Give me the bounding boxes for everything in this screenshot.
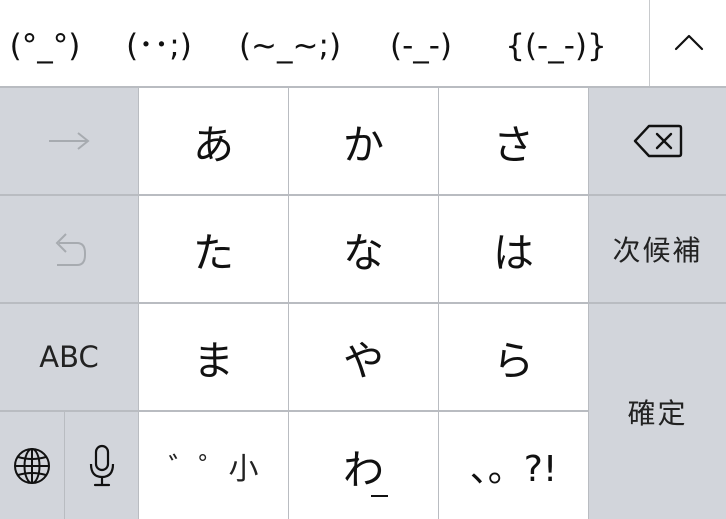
chevron-up-icon [674,34,704,51]
key-a[interactable]: あ [139,88,288,194]
abc-key[interactable]: ABC [0,304,138,410]
candidate-item[interactable]: (~_~;) [236,0,344,86]
expand-candidates-button[interactable] [649,0,726,86]
dictation-key[interactable] [65,412,138,519]
long-vowel-mark [371,495,388,497]
key-ma[interactable]: ま [139,304,288,410]
key-a-label: あ [193,121,234,169]
next-candidate-key[interactable]: 次候補 [589,196,726,302]
candidate-item[interactable]: (-_-) [380,0,462,86]
candidate-item[interactable]: {(-_-)} [498,0,614,86]
key-ma-label: ま [193,337,234,385]
key-na[interactable]: な [289,196,438,302]
candidate-item[interactable]: (･･;) [118,0,200,86]
confirm-key[interactable]: 確定 [589,304,726,519]
backspace-icon [633,124,682,158]
key-na-label: な [343,229,384,277]
microphone-icon [89,444,114,486]
punctuation-key[interactable]: 、。?! [439,412,588,519]
key-ka-label: か [343,121,384,169]
undo-key[interactable] [0,196,138,302]
dakuten-small-label: ゛゜小 [168,451,259,487]
key-ta[interactable]: た [139,196,288,302]
key-ta-label: た [193,229,234,277]
undo-icon [55,233,86,266]
key-ka[interactable]: か [289,88,438,194]
key-ra-label: ら [493,337,534,385]
dakuten-small-key[interactable]: ゛゜小 [139,412,288,519]
key-ha[interactable]: は [439,196,588,302]
key-ra[interactable]: ら [439,304,588,410]
candidate-bar: (°_°) (･･;) (~_~;) (-_-) {(-_-)} [0,0,726,87]
globe-key[interactable] [0,412,64,519]
key-ya[interactable]: や [289,304,438,410]
punctuation-label: 、。?! [469,448,558,490]
backspace-key[interactable] [589,88,726,194]
key-ya-label: や [343,337,384,385]
key-wa-label: わ [343,445,384,494]
cursor-right-key[interactable] [0,88,138,194]
next-candidate-label: 次候補 [612,234,703,267]
globe-icon [14,447,50,484]
confirm-label: 確定 [627,396,688,430]
key-sa[interactable]: さ [439,88,588,194]
key-ha-label: は [493,229,534,277]
key-sa-label: さ [493,121,534,169]
arrow-right-icon [49,132,90,150]
abc-label: ABC [39,340,99,374]
candidate-item[interactable]: (°_°) [6,0,84,86]
japanese-keyboard: (°_°) (･･;) (~_~;) (-_-) {(-_-)} あ か さ た… [0,0,726,519]
key-wa[interactable]: わ [289,412,438,519]
